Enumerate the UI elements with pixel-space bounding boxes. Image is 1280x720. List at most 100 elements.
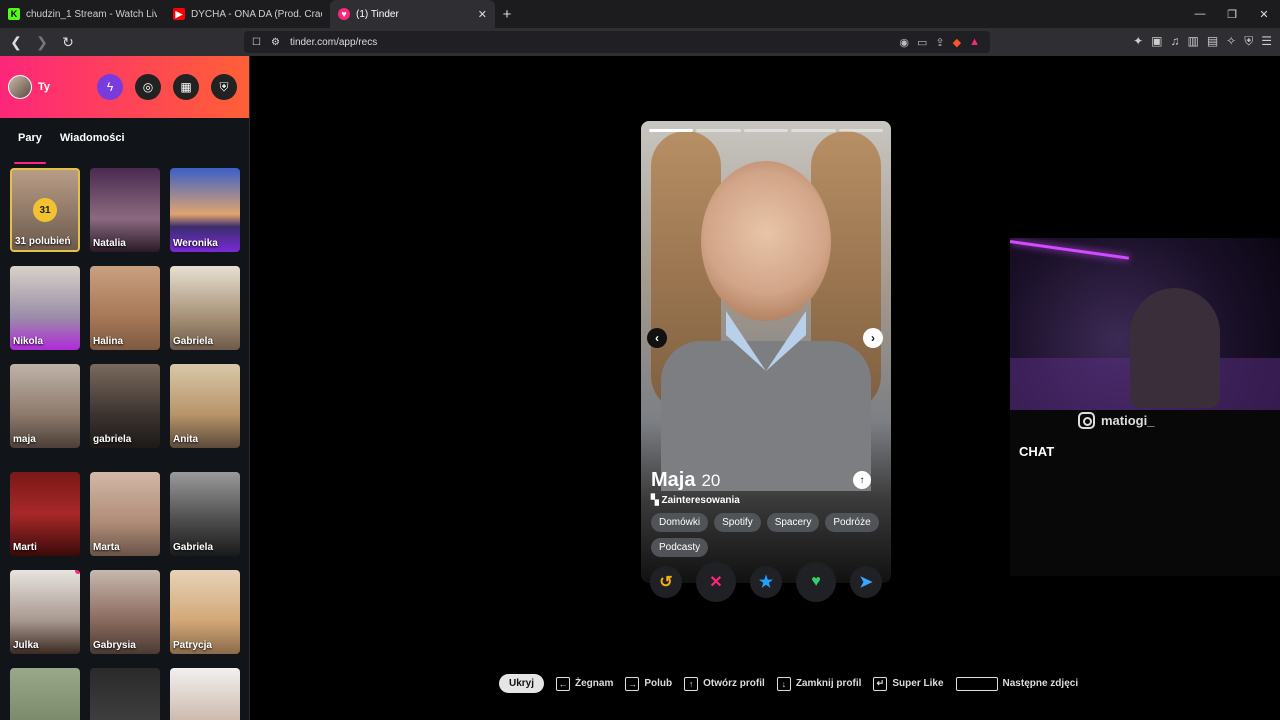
tab-title: (1) Tinder [356,8,399,20]
cast-icon[interactable]: ▭ [917,36,927,49]
match-card[interactable]: gabriela [90,364,160,448]
tab-title: DYCHA - ONA DA (Prod. CrackH [191,8,322,20]
shortcut-next-photo: Następne zdjęci [955,676,1078,691]
shortcut-label: Zamknij profil [795,678,862,689]
screenshot-icon[interactable]: ▣ [1151,34,1162,49]
close-tab-icon[interactable]: ✕ [478,8,487,21]
close-window-icon[interactable]: ✕ [1248,0,1280,28]
match-name: Gabriela [173,542,214,553]
music-icon[interactable]: ♫ [1170,34,1179,49]
match-name: Gabrysia [93,640,136,651]
interests-heading: ▚ Zainteresowania [651,495,881,506]
wallet-icon[interactable]: ▤ [1207,34,1218,49]
brave-shield-icon[interactable]: ◆ [953,36,961,49]
tab-messages[interactable]: Wiadomości [60,132,125,158]
instagram-handle: matiogi_ [1078,412,1154,429]
likes-card[interactable]: 31 31 polubień [10,168,80,252]
interests-icon: ▚ [651,495,659,506]
match-name: Patrycja [173,640,212,651]
restore-icon[interactable]: ❐ [1216,0,1248,28]
match-card[interactable] [170,668,240,720]
photo-indicator[interactable] [791,129,836,132]
extensions-icon[interactable]: ✦ [1133,34,1143,49]
minimize-icon[interactable]: — [1184,0,1216,28]
photo-indicator[interactable] [649,129,694,132]
profile-info: Maja 20 ↑ ▚ Zainteresowania Domówki Spot… [651,469,881,557]
header-icons: ϟ ◎ ▦ ⛨ [97,74,249,100]
super-like-button[interactable]: ★ [750,566,782,598]
match-card[interactable] [10,668,80,720]
match-card[interactable]: Weronika [170,168,240,252]
leo-icon[interactable]: ✧ [1226,34,1236,49]
match-card[interactable]: maja [10,364,80,448]
profile-card[interactable]: ‹ › Maja 20 ↑ ▚ Zainteresowania Domówki … [641,121,891,583]
site-info-icon[interactable]: ⚙ [271,37,280,48]
reload-icon[interactable]: ↻ [58,34,78,51]
interest-chip: Domówki [651,513,709,532]
photo-indicator[interactable] [743,129,789,132]
match-card[interactable]: Gabriela [170,472,240,556]
interests-label: Zainteresowania [661,495,740,506]
tab-title: chudzin_1 Stream - Watch Live on Ki [26,8,157,20]
shortcut-close-profile: ↓ Zamknij profil [776,676,862,691]
hide-shortcuts-button[interactable]: Ukryj [499,674,545,693]
bookmark-icon[interactable]: ☐ [252,37,261,48]
tab-kick[interactable]: K chudzin_1 Stream - Watch Live on Ki [0,0,165,28]
match-card[interactable]: Gabriela [170,266,240,350]
name-row: Maja 20 [651,469,881,492]
tab-tinder[interactable]: ♥ (1) Tinder ✕ [330,0,495,28]
match-card[interactable]: Marta [90,472,160,556]
match-name: maja [13,434,36,445]
next-photo-icon[interactable]: › [863,328,883,348]
vpn-icon[interactable]: ⛨ [1244,34,1253,49]
profile-name: Maja [651,469,696,491]
tab-matches[interactable]: Pary [14,132,46,164]
match-card[interactable]: Anita [170,364,240,448]
new-tab-button[interactable]: + [495,6,519,23]
match-card[interactable]: Marti [10,472,80,556]
match-name: Gabriela [173,336,214,347]
match-card[interactable]: Julka [10,570,80,654]
photo-indicator[interactable] [696,129,741,132]
menu-icon[interactable]: ☰ [1261,34,1272,49]
share-icon[interactable]: ⇪ [935,36,944,49]
open-profile-icon[interactable]: ↑ [853,471,871,489]
match-card[interactable] [90,668,160,720]
match-card[interactable]: Patrycja [170,570,240,654]
tab-youtube[interactable]: ▶ DYCHA - ONA DA (Prod. CrackH [165,0,330,28]
like-button[interactable]: ♥ [796,562,836,602]
previous-photo-icon[interactable]: ‹ [647,328,667,348]
nope-button[interactable]: ✕ [696,562,736,602]
brave-rewards-icon[interactable]: ▲ [969,36,980,49]
sidebar-tabs: Pary Wiadomości [0,118,249,164]
photo-progress [649,129,884,132]
avatar[interactable] [8,75,32,99]
likes-label: 31 polubień [15,236,71,247]
match-name: Julka [13,640,39,651]
profile-photo [701,161,831,321]
match-name: Anita [173,434,198,445]
explore-icon[interactable]: ◎ [135,74,161,100]
swipe-icon[interactable]: ▦ [173,74,199,100]
chat-panel [1010,410,1280,576]
led-strip [1010,240,1130,260]
photo-indicator[interactable] [838,129,884,132]
match-card[interactable]: Halina [90,266,160,350]
back-icon[interactable]: ❮ [6,34,26,51]
safety-shield-icon[interactable]: ⛨ [211,74,237,100]
match-card[interactable]: Natalia [90,168,160,252]
profile-age: 20 [701,471,721,490]
instagram-text: matiogi_ [1101,413,1155,428]
address-bar[interactable]: ☐ ⚙ tinder.com/app/recs ◉ ▭ ⇪ ◆ ▲ [244,31,990,53]
browser-toolbar: ❮ ❯ ↻ ☐ ⚙ tinder.com/app/recs ◉ ▭ ⇪ ◆ ▲ … [0,28,1280,56]
location-icon[interactable]: ◉ [899,36,909,49]
sidebar-toggle-icon[interactable]: ▥ [1187,34,1198,49]
interests-list: Domówki Spotify Spacery Podróże Podcasty [651,513,881,557]
boost-send-button[interactable]: ➤ [850,566,882,598]
match-card[interactable]: Gabrysia [90,570,160,654]
boost-icon[interactable]: ϟ [97,74,123,100]
forward-icon[interactable]: ❯ [32,34,52,51]
rewind-button[interactable]: ↺ [650,566,682,598]
my-profile-label[interactable]: Ty [38,81,50,93]
match-card[interactable]: Nikola [10,266,80,350]
